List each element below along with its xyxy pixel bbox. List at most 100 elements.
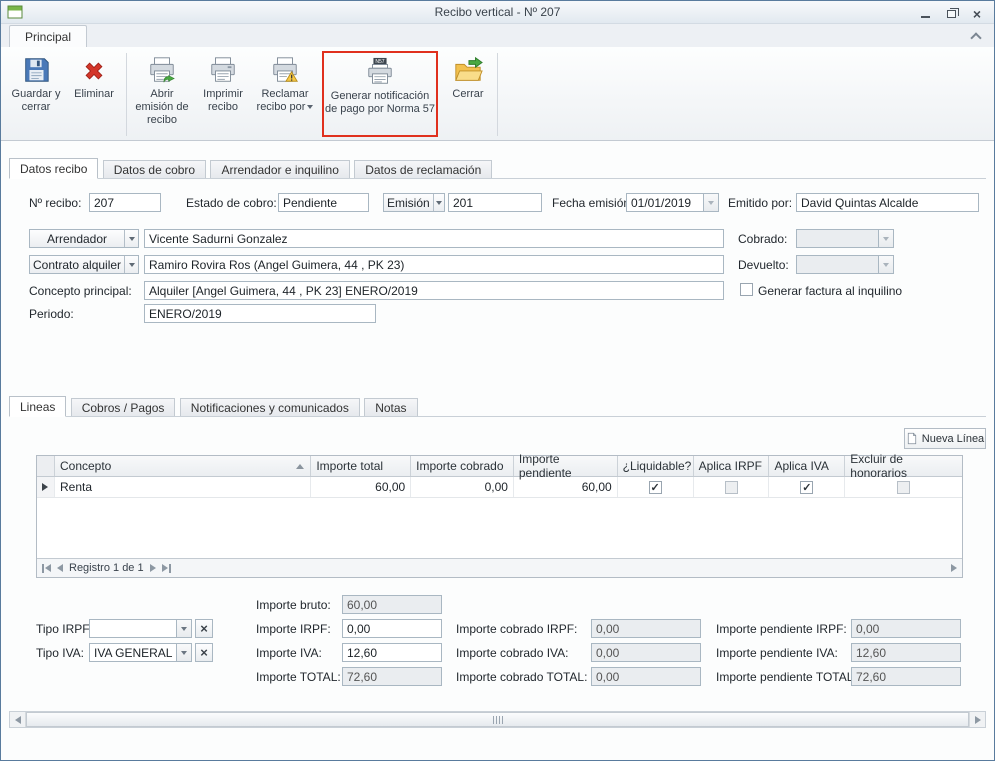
importe-cobrado-irpf-label: Importe cobrado IRPF:	[456, 622, 577, 636]
sort-asc-icon	[296, 464, 304, 469]
liquidable-checkbox[interactable]	[649, 481, 662, 494]
ribbon: Guardar y cerrar Eliminar Abrir emisión …	[1, 47, 994, 141]
pager-prev-button[interactable]	[57, 564, 63, 572]
tab-notificaciones[interactable]: Notificaciones y comunicados	[180, 398, 360, 417]
generar-factura-label: Generar factura al inquilino	[758, 284, 902, 298]
importe-pendiente-total-field: 72,60	[851, 667, 961, 686]
cell-liquidable[interactable]	[618, 477, 694, 497]
col-importe-total[interactable]: Importe total	[311, 456, 411, 476]
open-receipt-emission-icon	[147, 55, 177, 85]
contrato-alquiler-input[interactable]: Ramiro Rovira Ros (Angel Guimera, 44 , P…	[144, 255, 724, 274]
ribbon-collapse-icon[interactable]	[970, 32, 981, 43]
pager-last-button[interactable]	[162, 564, 171, 573]
close-button[interactable]: ×	[970, 6, 984, 20]
importe-irpf-input[interactable]: 0,00	[342, 619, 442, 638]
dropdown-icon[interactable]	[176, 620, 191, 637]
horizontal-scrollbar	[9, 711, 986, 728]
tab-datos-recibo[interactable]: Datos recibo	[9, 158, 98, 179]
concepto-principal-label: Concepto principal:	[29, 284, 132, 298]
cell-importe-cobrado[interactable]: 0,00	[411, 477, 514, 497]
col-aplica-iva[interactable]: Aplica IVA	[769, 456, 845, 476]
importe-pendiente-irpf-field: 0,00	[851, 619, 961, 638]
cell-aplica-iva[interactable]	[769, 477, 845, 497]
scrollbar-thumb[interactable]	[26, 712, 969, 727]
dropdown-icon[interactable]	[176, 644, 191, 661]
aplica-irpf-checkbox[interactable]	[725, 481, 738, 494]
grid-row[interactable]: Renta 60,00 0,00 60,00	[37, 477, 962, 498]
tab-cobros-pagos[interactable]: Cobros / Pagos	[71, 398, 176, 417]
col-liquidable[interactable]: ¿Liquidable?	[618, 456, 694, 476]
col-importe-pendiente[interactable]: Importe pendiente	[514, 456, 618, 476]
scroll-left-button[interactable]	[10, 712, 26, 727]
delete-button[interactable]: Eliminar	[65, 51, 123, 133]
receipt-tabs: Datos recibo Datos de cobro Arrendador e…	[9, 158, 986, 179]
cobrado-label: Cobrado:	[738, 232, 787, 246]
col-concepto[interactable]: Concepto	[55, 456, 311, 476]
emision-combo[interactable]: Emisión	[383, 193, 445, 212]
num-recibo-input[interactable]: 207	[89, 193, 161, 212]
clear-icon: ×	[200, 621, 208, 636]
fecha-emision-input[interactable]: 01/01/2019	[626, 193, 719, 212]
scroll-right-button[interactable]	[969, 712, 985, 727]
pager-first-button[interactable]	[42, 564, 51, 573]
estado-cobro-input[interactable]: Pendiente	[278, 193, 369, 212]
col-aplica-irpf[interactable]: Aplica IRPF	[694, 456, 770, 476]
new-document-icon	[906, 432, 918, 445]
lines-tabs: Lineas Cobros / Pagos Notificaciones y c…	[9, 396, 986, 417]
cell-importe-pendiente[interactable]: 60,00	[514, 477, 618, 497]
col-excluir-honorarios[interactable]: Excluir de honorarios	[845, 456, 962, 476]
window-title: Recibo vertical - Nº 207	[1, 5, 994, 19]
tipo-irpf-combo[interactable]	[89, 619, 192, 638]
printer-icon	[208, 55, 238, 85]
tipo-iva-combo[interactable]: IVA GENERAL	[89, 643, 192, 662]
importe-bruto-field: 60,00	[342, 595, 442, 614]
minimize-button[interactable]	[918, 6, 932, 20]
norma57-button[interactable]: N57 Generar notificación de pago por Nor…	[324, 53, 436, 135]
importe-iva-input[interactable]: 12,60	[342, 643, 442, 662]
excluir-honorarios-checkbox[interactable]	[897, 481, 910, 494]
tipo-irpf-clear-button[interactable]: ×	[195, 619, 213, 638]
arrendador-combo[interactable]: Arrendador	[29, 229, 139, 248]
contrato-alquiler-combo[interactable]: Contrato alquiler	[29, 255, 139, 274]
grid-scroll-right-button[interactable]	[951, 564, 957, 572]
concepto-principal-input[interactable]: Alquiler [Angel Guimera, 44 , PK 23] ENE…	[144, 281, 724, 300]
grid-header: Concepto Importe total Importe cobrado I…	[37, 456, 962, 477]
cell-aplica-irpf[interactable]	[694, 477, 770, 497]
pager-next-button[interactable]	[150, 564, 156, 572]
close-form-button[interactable]: Cerrar	[442, 51, 494, 133]
dropdown-icon[interactable]	[433, 194, 444, 211]
calendar-dropdown-icon[interactable]	[703, 194, 718, 211]
nueva-linea-button[interactable]: Nueva Línea	[904, 428, 986, 449]
restore-button[interactable]	[944, 6, 958, 20]
titlebar: Recibo vertical - Nº 207 ×	[1, 1, 994, 24]
tab-datos-reclamacion[interactable]: Datos de reclamación	[354, 160, 492, 179]
cell-excluir-honorarios[interactable]	[845, 477, 962, 497]
tab-datos-cobro[interactable]: Datos de cobro	[103, 160, 206, 179]
tab-notas[interactable]: Notas	[364, 398, 417, 417]
emision-numero-input[interactable]: 201	[448, 193, 542, 212]
col-importe-cobrado[interactable]: Importe cobrado	[411, 456, 514, 476]
periodo-input[interactable]: ENERO/2019	[144, 304, 376, 323]
cell-concepto[interactable]: Renta	[55, 477, 311, 497]
importe-total-label: Importe TOTAL:	[256, 670, 341, 684]
print-receipt-button[interactable]: Imprimir recibo	[194, 51, 252, 133]
ribbon-tab-principal[interactable]: Principal	[9, 25, 87, 47]
generar-factura-checkbox[interactable]	[740, 283, 753, 296]
importe-cobrado-iva-field: 0,00	[591, 643, 701, 662]
cell-importe-total[interactable]: 60,00	[311, 477, 411, 497]
tab-lineas[interactable]: Lineas	[9, 396, 66, 417]
dropdown-icon[interactable]	[124, 230, 138, 247]
tab-divider	[9, 416, 986, 417]
tab-arrendador-inquilino[interactable]: Arrendador e inquilino	[210, 160, 349, 179]
delete-icon	[80, 57, 108, 85]
aplica-iva-checkbox[interactable]	[800, 481, 813, 494]
save-close-button[interactable]: Guardar y cerrar	[7, 51, 65, 133]
current-row-icon	[42, 483, 48, 491]
emitido-por-input[interactable]: David Quintas Alcalde	[796, 193, 979, 212]
dropdown-icon[interactable]	[124, 256, 138, 273]
open-emission-button[interactable]: Abrir emisión de recibo	[130, 51, 194, 133]
arrendador-input[interactable]: Vicente Sadurni Gonzalez	[144, 229, 724, 248]
num-recibo-label: Nº recibo:	[29, 196, 81, 210]
reclaim-receipt-button[interactable]: Reclamar recibo por	[252, 51, 318, 133]
tipo-iva-clear-button[interactable]: ×	[195, 643, 213, 662]
